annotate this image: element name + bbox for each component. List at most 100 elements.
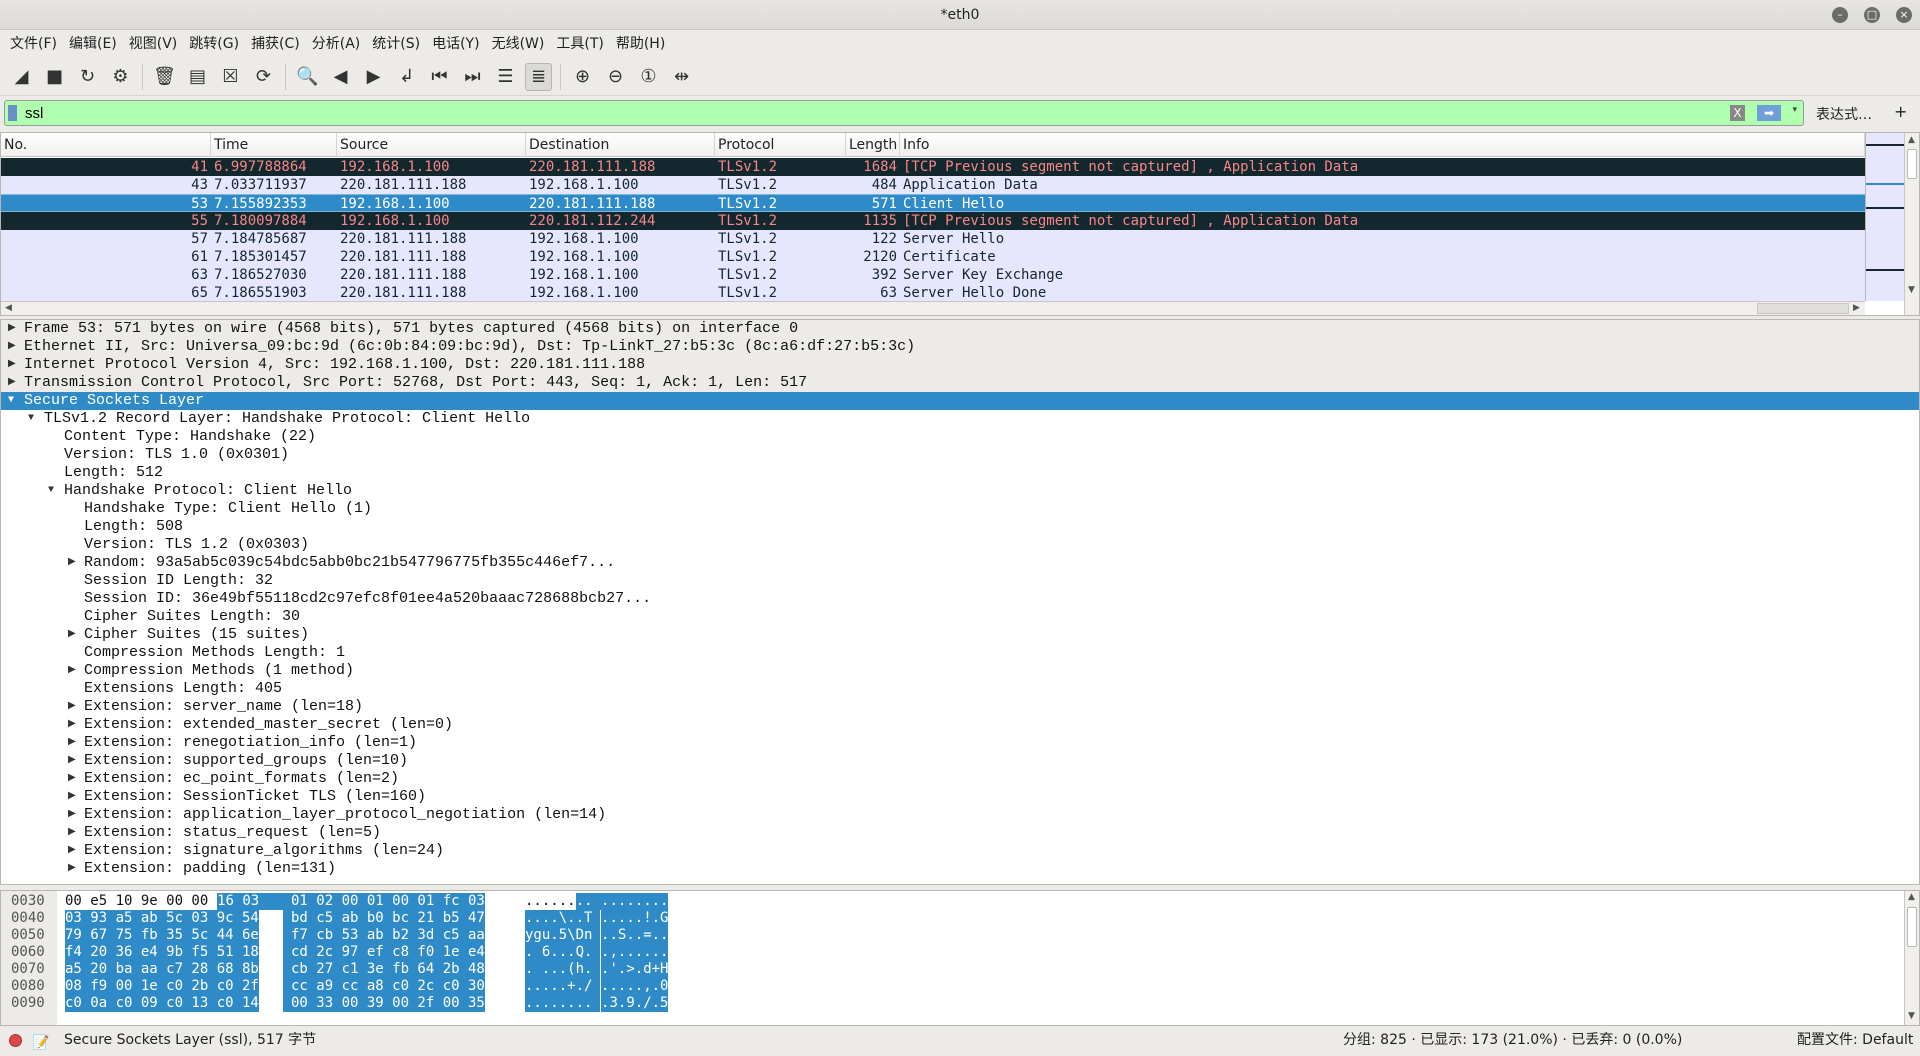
hex-bytes-selected[interactable]: f4 20 36 e4 9b f5 51 18 [65, 944, 259, 961]
collapsed-arrow-icon[interactable]: ▶ [68, 788, 76, 806]
close-button[interactable]: × [1896, 7, 1912, 23]
column-header-info[interactable]: Info [900, 133, 1865, 157]
hex-bytes-selected[interactable]: c0 0a c0 09 c0 13 c0 14 [65, 995, 259, 1012]
packet-list-vscrollbar[interactable]: ▲ ▼ [1904, 133, 1919, 315]
column-header-dst[interactable]: Destination [526, 133, 715, 157]
scroll-thumb[interactable] [1907, 907, 1917, 947]
ascii-selected[interactable]: ........ [525, 995, 601, 1012]
detail-tree-item[interactable]: Session ID: 36e49bf55118cd2c97efc8f01ee4… [1, 590, 1919, 608]
detail-tree-item[interactable]: Cipher Suites Length: 30 [1, 608, 1919, 626]
resize-columns-icon[interactable]: ⇹ [668, 63, 695, 91]
filter-bookmark-icon[interactable] [8, 105, 17, 121]
expanded-arrow-icon[interactable]: ▼ [28, 410, 34, 428]
ascii-selected[interactable]: .....!.G [601, 910, 669, 927]
hex-bytes-selected[interactable]: cd 2c 97 ef c8 f0 1e e4 [283, 944, 485, 961]
shark-fin-start-icon[interactable]: ◢ [8, 63, 35, 91]
stop-icon[interactable]: ■ [41, 63, 68, 91]
detail-tree-item[interactable]: ▶ Extension: SessionTicket TLS (len=160) [1, 788, 1919, 806]
expanded-arrow-icon[interactable]: ▼ [48, 482, 54, 500]
column-header-time[interactable]: Time [211, 133, 337, 157]
capture-options-gear-icon[interactable]: ⚙ [107, 63, 134, 91]
auto-scroll-icon[interactable]: ☰ [492, 63, 519, 91]
apply-filter-button[interactable]: ➡ [1757, 105, 1781, 121]
collapsed-arrow-icon[interactable]: ▶ [68, 842, 76, 860]
detail-tree-item[interactable]: Compression Methods Length: 1 [1, 644, 1919, 662]
ascii-selected[interactable]: ygu.5\Dn [525, 927, 601, 944]
detail-tree-item[interactable]: Content Type: Handshake (22) [1, 428, 1919, 446]
collapsed-arrow-icon[interactable]: ▶ [8, 356, 16, 374]
detail-tree-item[interactable]: ▶ Extension: ec_point_formats (len=2) [1, 770, 1919, 788]
detail-tree-item[interactable]: Session ID Length: 32 [1, 572, 1919, 590]
menu-item[interactable]: 帮助(H) [610, 31, 671, 57]
restart-icon[interactable]: ↻ [74, 63, 101, 91]
detail-tree-item[interactable]: ▶ Random: 93a5ab5c039c54bdc5abb0bc21b5477… [1, 554, 1919, 572]
detail-tree-item[interactable]: ▶ Extension: server_name (len=18) [1, 698, 1919, 716]
save-file-icon[interactable]: ▤ [184, 63, 211, 91]
detail-tree-item[interactable]: ▶ Ethernet II, Src: Universa_09:bc:9d (6c… [1, 338, 1919, 356]
last-packet-icon[interactable]: ⏭ [459, 63, 486, 91]
minimize-button[interactable]: – [1832, 7, 1848, 23]
scroll-thumb[interactable] [1757, 303, 1849, 314]
collapsed-arrow-icon[interactable]: ▶ [68, 770, 76, 788]
menu-item[interactable]: 编辑(E) [63, 31, 123, 57]
collapsed-arrow-icon[interactable]: ▶ [8, 338, 16, 356]
menu-item[interactable]: 文件(F) [4, 31, 63, 57]
status-profile[interactable]: 配置文件: Default [1797, 1027, 1913, 1053]
hex-bytes-selected[interactable]: 00 33 00 39 00 2f 00 35 [283, 995, 485, 1012]
filter-history-dropdown[interactable]: ▾ [1792, 105, 1797, 115]
bytes-vscrollbar[interactable]: ▲ ▼ [1904, 891, 1919, 1025]
expanded-arrow-icon[interactable]: ▼ [8, 392, 14, 410]
collapsed-arrow-icon[interactable]: ▶ [68, 716, 76, 734]
first-packet-icon[interactable]: ⏮ [426, 63, 453, 91]
detail-tree-item[interactable]: ▶ Extension: status_request (len=5) [1, 824, 1919, 842]
collapsed-arrow-icon[interactable]: ▶ [68, 626, 76, 644]
packet-row[interactable]: 43 7.033711937 220.181.111.188 192.168.1.10… [1, 176, 1865, 194]
ascii-selected[interactable]: .'.>.d+H [601, 961, 669, 978]
hex-bytes-selected[interactable]: bd c5 ab b0 bc 21 b5 47 [283, 910, 485, 927]
detail-tree-item[interactable]: Version: TLS 1.0 (0x0301) [1, 446, 1919, 464]
open-file-icon[interactable]: 🗑 [151, 63, 178, 91]
detail-tree-item[interactable]: ▶ Transmission Control Protocol, Src Port… [1, 374, 1919, 392]
menu-item[interactable]: 捕获(C) [245, 31, 306, 57]
go-back-icon[interactable]: ◀ [327, 63, 354, 91]
packet-row[interactable]: 61 7.185301457 220.181.111.188 192.168.1.10… [1, 248, 1865, 266]
column-header-src[interactable]: Source [337, 133, 526, 157]
hex-bytes-selected[interactable]: cb 27 c1 3e fb 64 2b 48 [283, 961, 485, 978]
collapsed-arrow-icon[interactable]: ▶ [68, 554, 76, 572]
close-file-icon[interactable]: ☒ [217, 63, 244, 91]
detail-tree-item[interactable]: Handshake Type: Client Hello (1) [1, 500, 1919, 518]
hex-bytes-selected[interactable]: 79 67 75 fb 35 5c 44 6e [65, 927, 259, 944]
menu-item[interactable]: 无线(W) [486, 31, 551, 57]
packet-row[interactable]: 57 7.184785687 220.181.111.188 192.168.1.10… [1, 230, 1865, 248]
collapsed-arrow-icon[interactable]: ▶ [68, 734, 76, 752]
packet-row[interactable]: 63 7.186527030 220.181.111.188 192.168.1.10… [1, 266, 1865, 284]
ascii-selected[interactable]: .3.9./.5 [601, 995, 669, 1012]
menu-item[interactable]: 统计(S) [366, 31, 426, 57]
detail-tree-item[interactable]: ▶ Compression Methods (1 method) [1, 662, 1919, 680]
collapsed-arrow-icon[interactable]: ▶ [68, 806, 76, 824]
detail-tree-item[interactable]: Version: TLS 1.2 (0x0303) [1, 536, 1919, 554]
hex-bytes-selected[interactable]: 03 93 a5 ab 5c 03 9c 54 [65, 910, 259, 927]
packet-minimap[interactable] [1865, 133, 1907, 301]
ascii-selected[interactable]: ....\..T [525, 910, 601, 927]
ascii-selected[interactable]: .,...... [601, 944, 669, 961]
hex-bytes-selected[interactable]: 01 02 00 01 00 01 fc 03 [283, 893, 485, 910]
menu-item[interactable]: 视图(V) [123, 31, 184, 57]
column-header-proto[interactable]: Protocol [715, 133, 846, 157]
detail-tree-item[interactable]: ▶ Frame 53: 571 bytes on wire (4568 bits)… [1, 320, 1919, 338]
capture-comment-icon[interactable]: 📝 [32, 1030, 49, 1056]
go-forward-icon[interactable]: ▶ [360, 63, 387, 91]
detail-tree-item[interactable]: ▼ TLSv1.2 Record Layer: Handshake Protoco… [1, 410, 1919, 428]
detail-tree-item[interactable]: Length: 512 [1, 464, 1919, 482]
column-header-no[interactable]: No. [1, 133, 211, 157]
collapsed-arrow-icon[interactable]: ▶ [68, 824, 76, 842]
ascii-selected[interactable]: .....+./ [525, 978, 601, 995]
detail-tree-item[interactable]: ▼ Secure Sockets Layer [1, 392, 1919, 410]
collapsed-arrow-icon[interactable]: ▶ [68, 860, 76, 878]
hex-bytes-selected[interactable]: 08 f9 00 1e c0 2b c0 2f [65, 978, 259, 995]
expression-button[interactable]: 表达式… [1816, 104, 1872, 124]
detail-tree-item[interactable]: ▶ Extension: supported_groups (len=10) [1, 752, 1919, 770]
detail-tree-item[interactable]: ▼ Handshake Protocol: Client Hello [1, 482, 1919, 500]
ascii-unselected[interactable]: ...... [525, 893, 576, 910]
hex-bytes-selected[interactable]: f7 cb 53 ab b2 3d c5 aa [283, 927, 485, 944]
